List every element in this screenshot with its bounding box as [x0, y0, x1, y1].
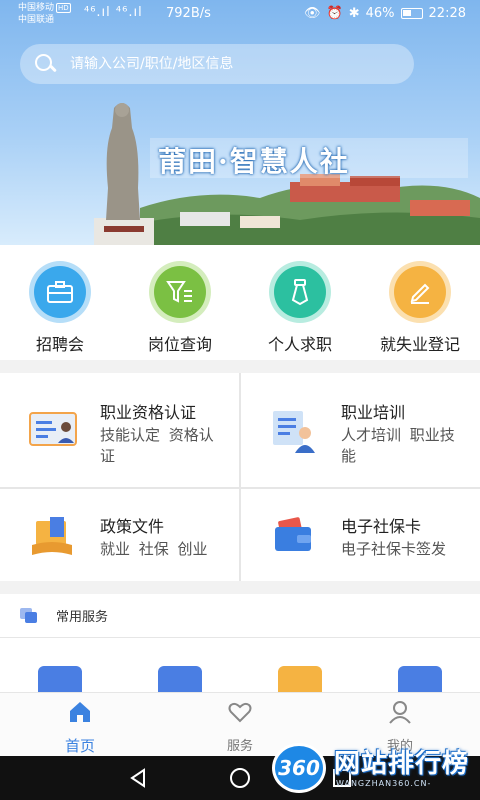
- service-subtitle: 人才培训 职业技能: [341, 426, 455, 465]
- eye-icon: 👁: [304, 6, 321, 21]
- user-add-icon[interactable]: [38, 666, 82, 692]
- banner-title: 莆田·智慧人社: [158, 145, 350, 178]
- quick-label: 就失业登记: [379, 335, 460, 354]
- quick-icon-wrap: [149, 261, 211, 323]
- user-badge-icon[interactable]: [278, 666, 322, 692]
- search-bar[interactable]: [20, 44, 414, 84]
- status-bar: 中国移动 HD 中国联通 ⁴⁶.ıl ⁴⁶.ıl 792B/s 👁 ⏰ ✱ 46%…: [0, 0, 480, 32]
- battery-icon: [400, 8, 423, 19]
- service-qualification[interactable]: 职业资格认证 技能认定 资格认证: [0, 373, 239, 476]
- service-grid: 职业资格认证 技能认定 资格认证 职业培训 人才培训 职业技能 政策文件 就业 …: [0, 373, 480, 581]
- quick-item-unemployment[interactable]: 就失业登记: [365, 261, 475, 355]
- hd-badge: HD: [56, 3, 71, 13]
- service-subtitle: 电子社保卡签发: [341, 540, 447, 558]
- quick-label: 个人求职: [267, 335, 332, 354]
- service-title: 电子社保卡: [341, 517, 422, 536]
- folder-book-icon: [32, 517, 72, 555]
- home-icon: [70, 702, 90, 722]
- wallet-card-icon: [275, 517, 311, 551]
- carrier-info: 中国移动 HD 中国联通: [18, 2, 71, 26]
- common-services: 常用服务: [0, 594, 480, 692]
- app-screen: 中国移动 HD 中国联通 ⁴⁶.ıl ⁴⁶.ıl 792B/s 👁 ⏰ ✱ 46%…: [0, 0, 480, 800]
- battery-percent: 46%: [365, 6, 395, 21]
- quick-label: 招聘会: [35, 335, 84, 354]
- service-subtitle: 就业 社保 创业: [100, 540, 208, 558]
- quick-icon-wrap: [269, 261, 331, 323]
- heart-icon: [228, 702, 252, 723]
- search-input[interactable]: [70, 56, 370, 72]
- alarm-icon: ⏰: [326, 6, 343, 21]
- trainer-icon: [273, 411, 315, 453]
- service-training[interactable]: 职业培训 人才培训 职业技能: [241, 373, 480, 476]
- pencil-icon: [394, 266, 446, 318]
- section-title: 常用服务: [56, 610, 109, 625]
- header-banner: 中国移动 HD 中国联通 ⁴⁶.ıl ⁴⁶.ıl 792B/s 👁 ⏰ ✱ 46%…: [0, 0, 480, 245]
- id-card-icon: [29, 412, 77, 446]
- status-right: 👁 ⏰ ✱ 46% 22:28: [304, 6, 466, 21]
- quick-item-personal-job[interactable]: 个人求职: [245, 261, 355, 355]
- search-icon[interactable]: [34, 53, 56, 75]
- signal-icon: ⁴⁶.ıl ⁴⁶.ıl: [84, 5, 143, 20]
- back-icon[interactable]: [126, 766, 150, 790]
- quick-item-job-search[interactable]: 岗位查询: [125, 261, 235, 355]
- statue-illustration: [94, 103, 154, 245]
- quick-icon-wrap: [389, 261, 451, 323]
- tab-home[interactable]: 首页: [40, 699, 120, 756]
- watermark: 360 网站排行榜 WANGZHAN360.CN-: [268, 741, 480, 800]
- quick-item-job-fair[interactable]: 招聘会: [5, 261, 115, 355]
- person-icon: [389, 701, 411, 724]
- quick-menu: 招聘会 岗位查询 个人求职 就失业登记: [0, 245, 480, 360]
- quick-icon-wrap: [29, 261, 91, 323]
- watermark-text: 网站排行榜: [334, 749, 470, 779]
- watermark-badge: 360: [272, 743, 326, 793]
- carrier-primary: 中国移动: [18, 3, 55, 13]
- quick-label: 岗位查询: [147, 335, 212, 354]
- home-nav-icon[interactable]: [228, 766, 252, 790]
- service-title: 政策文件: [100, 517, 165, 536]
- service-title: 职业培训: [341, 403, 406, 422]
- bluetooth-icon: ✱: [348, 6, 360, 21]
- service-social-card[interactable]: 电子社保卡 电子社保卡签发: [241, 489, 480, 592]
- squares-icon: [20, 607, 38, 624]
- watermark-subtext: WANGZHAN360.CN-: [336, 779, 432, 788]
- tab-label: 首页: [64, 737, 95, 755]
- network-speed: 792B/s: [166, 6, 211, 21]
- briefcase-icon: [34, 266, 86, 318]
- clock: 22:28: [428, 6, 466, 21]
- service-policy[interactable]: 政策文件 就业 社保 创业: [0, 489, 239, 592]
- service-subtitle: 技能认定 资格认证: [100, 426, 214, 465]
- notepad-icon[interactable]: [158, 666, 202, 692]
- carrier-secondary: 中国联通: [18, 15, 55, 25]
- filter-icon: [154, 266, 206, 318]
- tie-icon: [274, 266, 326, 318]
- document-icon[interactable]: [398, 666, 442, 692]
- common-services-header: 常用服务: [0, 594, 480, 638]
- service-title: 职业资格认证: [100, 403, 197, 422]
